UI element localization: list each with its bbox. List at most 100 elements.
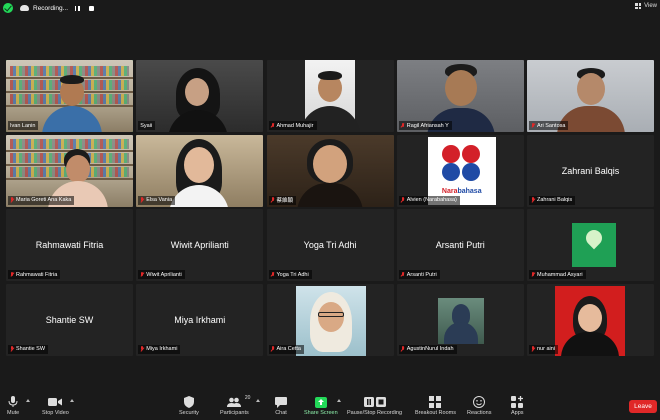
participant-name-label: Ragil Afriansah Y (398, 121, 452, 130)
grid-view-icon (635, 3, 642, 9)
video-options-chevron-icon[interactable] (70, 399, 74, 402)
participant-display-name: Rahmawati Fitria (35, 240, 104, 251)
participant-tile[interactable]: Maria Goreti Ana Kaka (6, 134, 133, 207)
breakout-rooms-button[interactable]: Breakout Rooms (415, 396, 456, 416)
muted-mic-icon (271, 346, 275, 352)
participant-tile[interactable]: Syaii (136, 60, 264, 132)
muted-mic-icon (271, 122, 275, 129)
participant-name-label: Ari Santosa (529, 121, 569, 130)
participant-display-name: Wiwit Aprilianti (170, 240, 229, 251)
muted-mic-icon (531, 271, 535, 278)
chat-button[interactable]: Chat (275, 396, 287, 416)
participant-tile[interactable]: Miya Irkhami Miya Irkhami (136, 283, 264, 356)
audio-options-chevron-icon[interactable] (26, 399, 30, 402)
recording-indicator: Recording... (16, 2, 100, 14)
participant-name-label: Ivan Lanin (8, 121, 39, 130)
participant-name-label: Wiwit Aprilianti (138, 270, 185, 280)
participant-name-label: Aira Cetta (268, 344, 304, 354)
participant-tile[interactable]: Ragil Afriansah Y (396, 60, 524, 132)
pause-stop-recording-button[interactable]: Pause/Stop Recording (347, 396, 402, 416)
pause-recording-icon[interactable] (72, 3, 82, 13)
muted-mic-icon (140, 197, 144, 203)
recording-label: Recording... (33, 4, 69, 12)
participant-tile[interactable]: Yoga Tri Adhi Yoga Tri Adhi (266, 209, 394, 282)
participant-name-label: Zahrani Balqis (529, 195, 576, 205)
participant-tile[interactable]: Shantie SW Shantie SW (6, 283, 133, 356)
muted-mic-icon (401, 122, 405, 129)
participant-tile[interactable]: Ari Santosa (527, 60, 654, 132)
leave-button[interactable]: Leave (629, 400, 657, 413)
muted-mic-icon (401, 271, 405, 278)
security-button[interactable]: Security (179, 396, 199, 416)
muted-mic-icon (531, 197, 535, 203)
participant-name-label: Ahmad Muhajir (268, 121, 317, 130)
apps-icon (511, 396, 524, 408)
participant-name-label: Muhammad Asyari (529, 270, 586, 280)
participant-photo (437, 297, 484, 344)
participant-tile[interactable]: Rahmawati Fitria Rahmawati Fitria (6, 209, 133, 282)
narabahasa-logo: Narabahasa (427, 136, 496, 205)
muted-mic-icon (401, 197, 405, 203)
pause-stop-recording-icon (363, 396, 386, 408)
participants-options-chevron-icon[interactable] (256, 399, 260, 402)
participant-display-name: Zahrani Balqis (561, 165, 620, 176)
participant-name-label: 蔡維穎 (268, 195, 297, 205)
muted-mic-icon (140, 271, 144, 278)
participants-icon: 20 (227, 395, 250, 408)
reactions-button[interactable]: Reactions (467, 396, 491, 416)
share-screen-button[interactable]: Share Screen (304, 396, 338, 416)
mute-button[interactable]: Mute (7, 396, 19, 416)
muted-mic-icon (271, 197, 275, 203)
view-label: View (644, 3, 657, 9)
participant-tile[interactable]: Aira Cetta (266, 283, 394, 356)
participant-display-name: Shantie SW (45, 314, 94, 325)
muted-mic-icon (401, 346, 405, 352)
green-organization-logo (572, 223, 616, 268)
participant-name-label: Arsanti Putri (398, 270, 440, 280)
meeting-top-bar: Recording... View (0, 0, 660, 16)
participant-tile[interactable]: AgustinNurul Indah (396, 283, 524, 356)
participant-tile[interactable]: Muhammad Asyari (527, 209, 654, 282)
muted-mic-icon (531, 346, 535, 352)
cloud-recording-icon (20, 5, 29, 11)
microphone-icon (8, 396, 18, 408)
participant-tile[interactable]: nur aini (527, 283, 654, 356)
chat-bubble-icon (275, 396, 287, 408)
muted-mic-icon (140, 346, 144, 352)
apps-button[interactable]: Apps (511, 396, 524, 416)
gallery-view-grid: Ivan Lanin Syaii Ahmad Muhajir Ragil Afr… (6, 60, 654, 356)
participants-count: 20 (244, 395, 251, 401)
participant-tile[interactable]: 蔡維穎 (266, 134, 394, 207)
stop-recording-icon[interactable] (86, 3, 96, 13)
participant-name-label: Alvien (Narabahasa) (398, 195, 460, 205)
participant-tile[interactable]: Narabahasa Alvien (Narabahasa) (396, 134, 524, 207)
encryption-shield-icon[interactable] (3, 3, 13, 13)
participant-tile[interactable]: Ahmad Muhajir (266, 60, 394, 132)
participant-video (136, 60, 264, 132)
meeting-toolbar: Mute Stop Video Security 20 Participants… (0, 393, 660, 420)
participant-name-label: AgustinNurul Indah (398, 344, 457, 354)
participant-tile[interactable]: Ivan Lanin (6, 60, 133, 132)
participant-photo (295, 285, 366, 356)
share-options-chevron-icon[interactable] (337, 399, 341, 402)
share-screen-icon (314, 396, 327, 408)
video-camera-icon (48, 396, 63, 408)
participant-name-label: Maria Goreti Ana Kaka (8, 195, 75, 205)
stop-video-button[interactable]: Stop Video (42, 396, 69, 416)
participant-display-name: Arsanti Putri (435, 240, 485, 251)
participant-photo (555, 285, 625, 356)
participant-tile[interactable]: Wiwit Aprilianti Wiwit Aprilianti (136, 209, 264, 282)
muted-mic-icon (10, 197, 14, 203)
participant-display-name: Miya Irkhami (174, 314, 226, 325)
participant-tile[interactable]: Zahrani Balqis Zahrani Balqis (527, 134, 654, 207)
participant-name-label: Yoga Tri Adhi (268, 270, 312, 280)
participant-tile[interactable]: Arsanti Putri Arsanti Putri (396, 209, 524, 282)
view-button[interactable]: View (635, 3, 657, 9)
shield-icon (183, 396, 194, 408)
participant-name-label: Syaii (138, 121, 156, 130)
smiley-icon (473, 396, 486, 408)
muted-mic-icon (531, 122, 535, 129)
participant-display-name: Yoga Tri Adhi (303, 240, 357, 251)
participant-tile[interactable]: Elsa Vania (136, 134, 264, 207)
participants-button[interactable]: 20 Participants (220, 395, 250, 416)
